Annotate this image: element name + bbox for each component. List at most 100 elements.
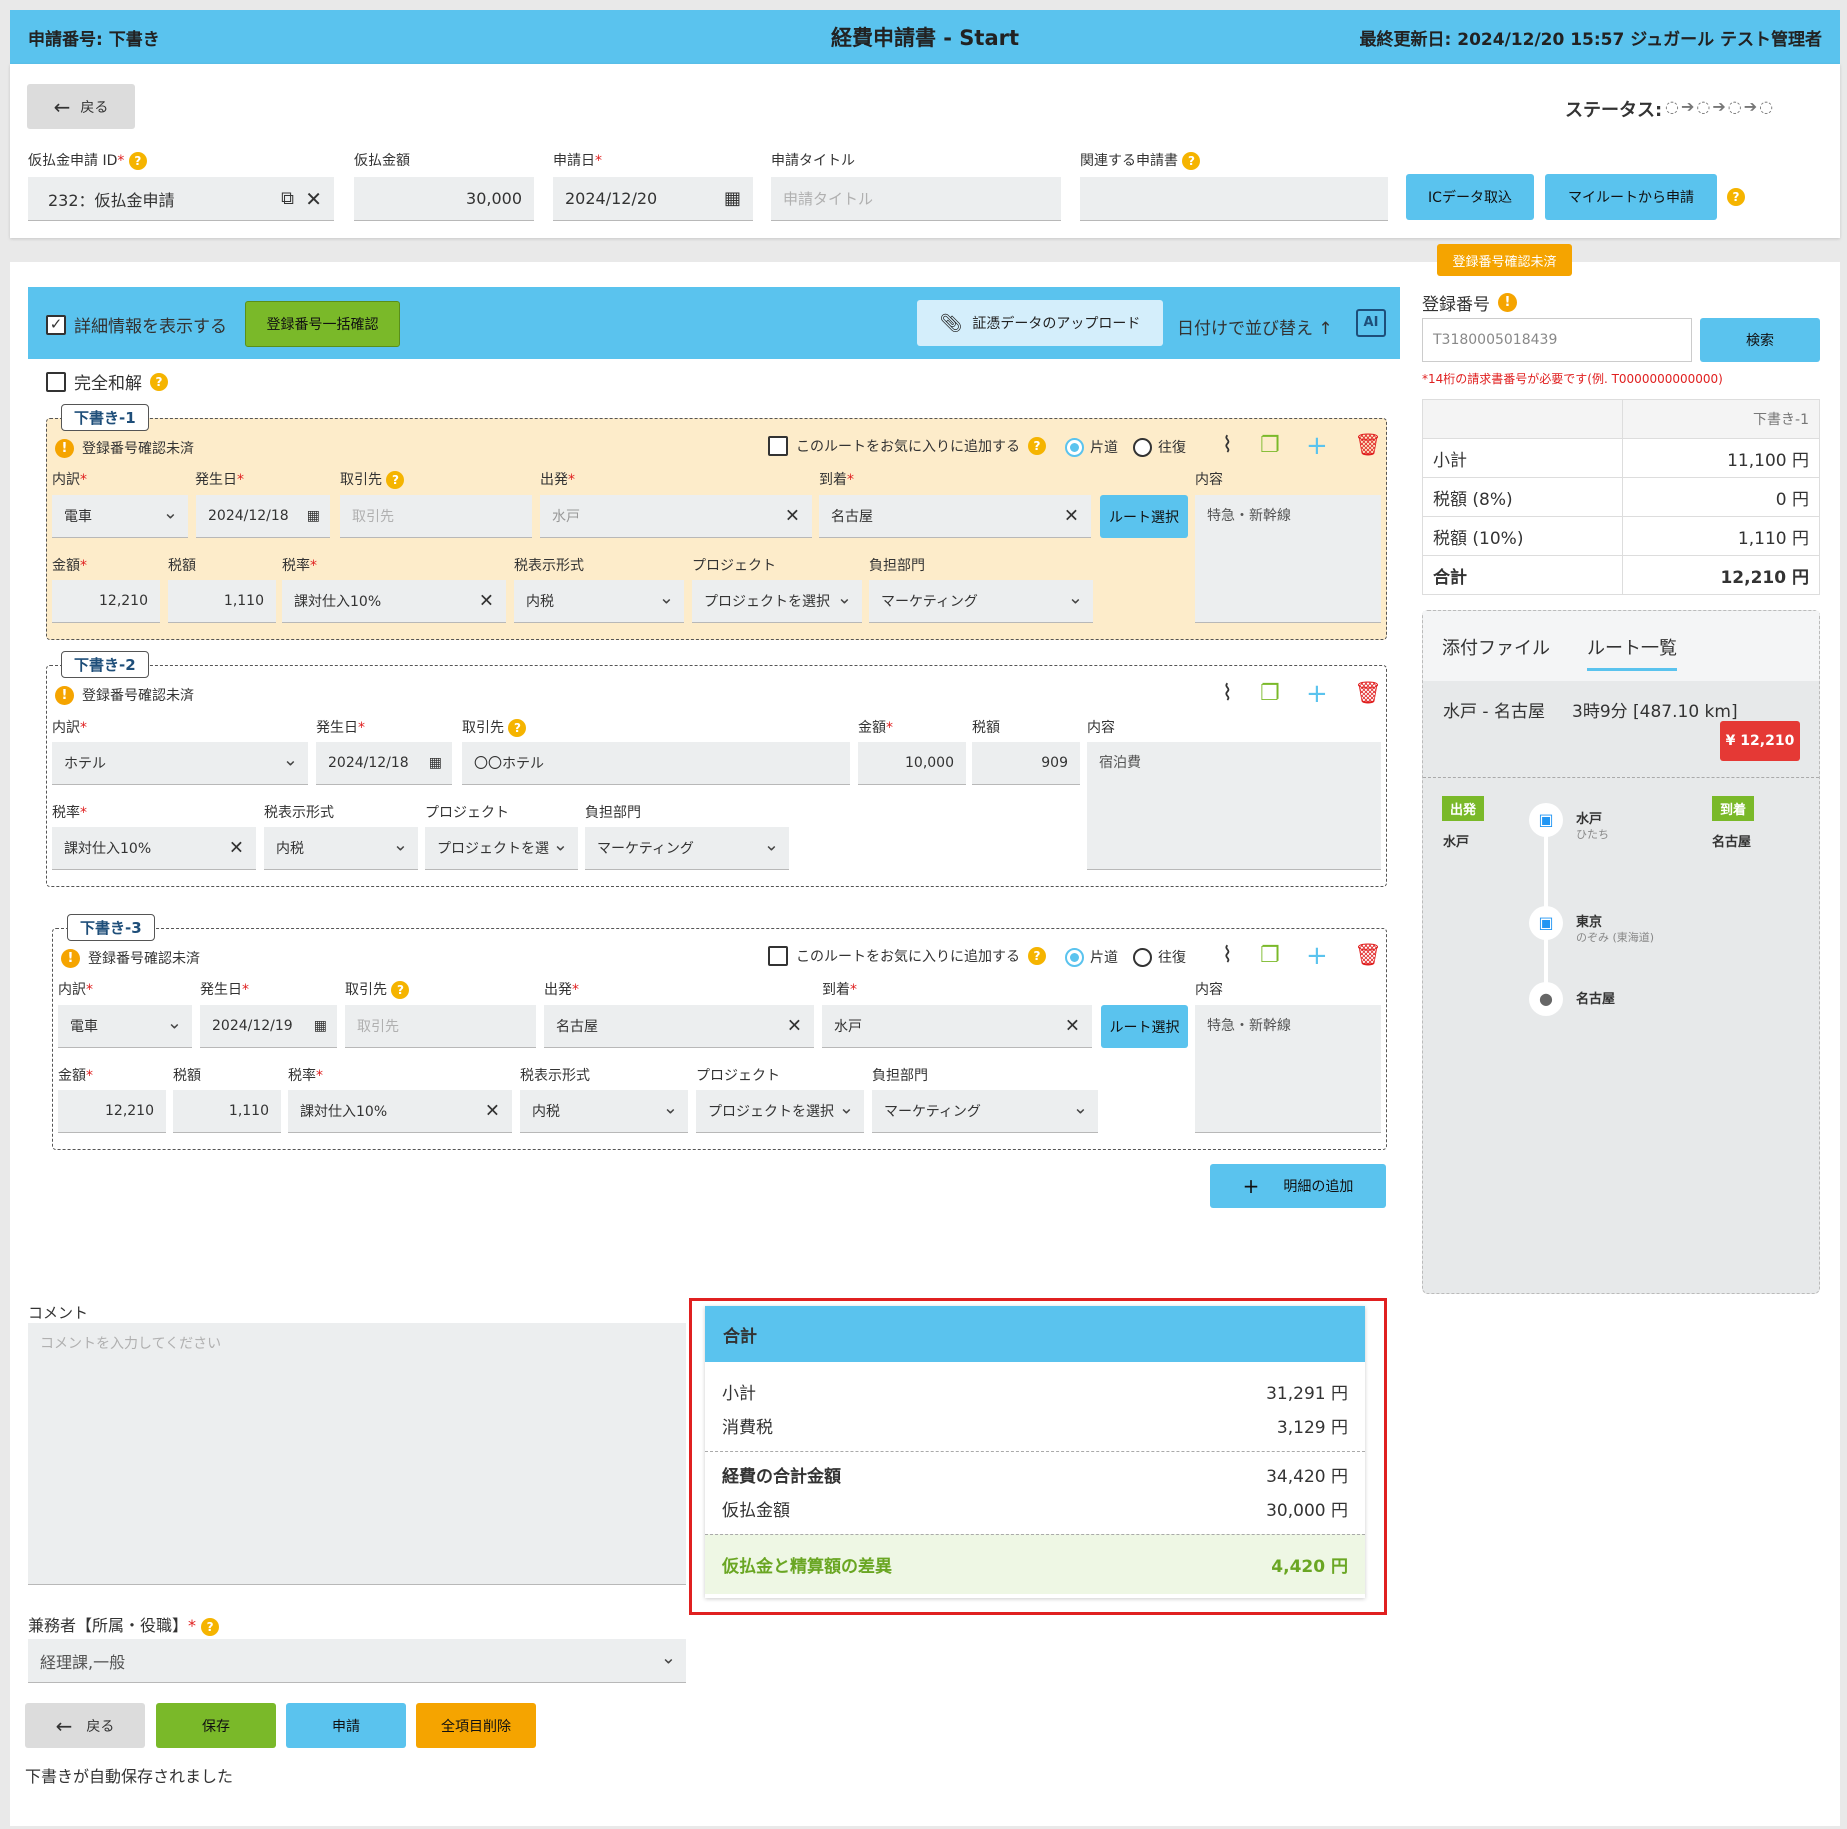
label: 発生日* bbox=[200, 982, 249, 998]
date-field[interactable]: 2024/12/18 ▦ bbox=[196, 495, 330, 538]
back-button[interactable]: ← 戻る bbox=[25, 1703, 145, 1748]
add-icon[interactable]: + bbox=[1306, 941, 1328, 971]
entry-tag: 下書き-3 bbox=[67, 914, 155, 941]
copy-icon[interactable]: ❐ bbox=[1260, 943, 1280, 968]
project-select[interactable]: プロジェクトを選 bbox=[425, 827, 578, 870]
status-label: ステータス: bbox=[1565, 100, 1663, 121]
tax-format-select[interactable]: 内税 bbox=[514, 580, 684, 623]
prepay-id-field[interactable]: 232：仮払金申請 ⧉ ✕ bbox=[28, 177, 334, 221]
radio-round[interactable]: 往復 bbox=[1133, 437, 1186, 457]
delete-icon[interactable]: 🗑︎ bbox=[1354, 433, 1382, 458]
clear-all-button[interactable]: 全項目削除 bbox=[416, 1703, 536, 1748]
favorite-route-checkbox[interactable]: このルートをお気に入りに追加する? bbox=[768, 946, 1046, 966]
amount-field[interactable]: 12,210 bbox=[52, 580, 160, 623]
label: 取引先 ? bbox=[340, 469, 405, 489]
warning: ! 登録番号確認未済 bbox=[55, 685, 194, 705]
bulk-check-button[interactable]: 登録番号一括確認 bbox=[245, 301, 400, 347]
amount-field[interactable]: 12,210 bbox=[58, 1090, 166, 1133]
department-select[interactable]: マーケティング bbox=[869, 580, 1093, 623]
registration-input[interactable]: T3180005018439 bbox=[1422, 318, 1692, 362]
add-icon[interactable]: + bbox=[1306, 431, 1328, 461]
autosave-message: 下書きが自動保存されました bbox=[25, 1767, 234, 1786]
tab-routes[interactable]: ルート一覧 bbox=[1587, 634, 1677, 671]
departure-name: 水戸 bbox=[1443, 835, 1470, 850]
tab-attachments[interactable]: 添付ファイル bbox=[1442, 634, 1550, 660]
tax-field[interactable]: 1,110 bbox=[168, 580, 276, 623]
entry-tag: 下書き-2 bbox=[61, 651, 149, 678]
copy-icon[interactable]: ❐ bbox=[1260, 681, 1280, 706]
departure-input[interactable]: 名古屋 ✕ bbox=[544, 1005, 814, 1048]
tax-format-select[interactable]: 内税 bbox=[264, 827, 418, 870]
favorite-route-checkbox[interactable]: このルートをお気に入りに追加する? bbox=[768, 436, 1046, 456]
full-settle-checkbox[interactable]: 完全和解? bbox=[46, 369, 168, 394]
paperclip-icon[interactable]: ⌇ bbox=[1222, 681, 1233, 706]
title-input[interactable]: 申請タイトル bbox=[771, 177, 1061, 221]
date-field[interactable]: 2024/12/19 ▦ bbox=[200, 1005, 337, 1048]
amount-field[interactable]: 10,000 bbox=[858, 742, 966, 785]
type-select[interactable]: 電車 bbox=[52, 495, 188, 538]
clear-icon: ✕ bbox=[784, 505, 800, 527]
content-textarea[interactable]: 宿泊費 bbox=[1087, 742, 1381, 870]
warning-icon: ! bbox=[1498, 293, 1517, 312]
vendor-input[interactable]: 取引先 bbox=[340, 495, 532, 538]
tax-format-select[interactable]: 内税 bbox=[520, 1090, 688, 1133]
arrival-input[interactable]: 名古屋 ✕ bbox=[819, 495, 1091, 538]
department-select[interactable]: マーケティング bbox=[585, 827, 789, 870]
duty-select[interactable]: 経理課,一般 bbox=[28, 1639, 686, 1683]
tax-field[interactable]: 909 bbox=[972, 742, 1080, 785]
content-textarea[interactable]: 特急・新幹線 bbox=[1195, 1005, 1381, 1133]
vendor-input[interactable]: 取引先 bbox=[345, 1005, 536, 1048]
warning-icon: ! bbox=[61, 948, 80, 968]
type-select[interactable]: 電車 bbox=[58, 1005, 192, 1048]
delete-icon[interactable]: 🗑︎ bbox=[1354, 681, 1382, 706]
save-button[interactable]: 保存 bbox=[156, 1703, 276, 1748]
apply-button[interactable]: 申請 bbox=[286, 1703, 406, 1748]
upload-button[interactable]: 📎︎ 証憑データのアップロード bbox=[917, 300, 1163, 346]
route-name: 水戸 - 名古屋 bbox=[1443, 702, 1545, 722]
ic-import-button[interactable]: ICデータ取込 bbox=[1406, 174, 1534, 220]
route-select-button[interactable]: ルート選択 bbox=[1101, 1005, 1188, 1048]
arrival-input[interactable]: 水戸 ✕ bbox=[822, 1005, 1092, 1048]
prepay-amount-field: 30,000 bbox=[354, 177, 534, 221]
warning: ! 登録番号確認未済 bbox=[55, 438, 194, 458]
sort-by-date[interactable]: 日付けで並び替え ↑ bbox=[1177, 314, 1333, 339]
tax-rate-select[interactable]: 課対仕入10% ✕ bbox=[282, 580, 506, 623]
project-select[interactable]: プロジェクトを選択 bbox=[692, 580, 862, 623]
label: プロジェクト bbox=[696, 1068, 780, 1084]
route-select-button[interactable]: ルート選択 bbox=[1100, 495, 1188, 538]
comment-textarea[interactable]: コメントを入力してください bbox=[28, 1323, 686, 1585]
date-field[interactable]: 2024/12/18 ▦ bbox=[316, 742, 452, 785]
radio-round[interactable]: 往復 bbox=[1133, 947, 1186, 967]
label: 出発* bbox=[544, 982, 579, 998]
tax-rate-select[interactable]: 課対仕入10% ✕ bbox=[288, 1090, 512, 1133]
paperclip-icon[interactable]: ⌇ bbox=[1222, 433, 1233, 458]
back-button-top[interactable]: ← 戻る bbox=[27, 84, 135, 129]
departure-input[interactable]: 水戸 ✕ bbox=[540, 495, 812, 538]
copy-icon[interactable]: ❐ bbox=[1260, 433, 1280, 458]
department-select[interactable]: マーケティング bbox=[872, 1090, 1098, 1133]
vendor-input[interactable]: 〇〇ホテル bbox=[462, 742, 850, 785]
myroute-button[interactable]: マイルートから申請 bbox=[1545, 174, 1717, 220]
paperclip-icon[interactable]: ⌇ bbox=[1222, 943, 1233, 968]
label: 金額* bbox=[52, 558, 87, 574]
tax-rate-select[interactable]: 課対仕入10% ✕ bbox=[52, 827, 256, 870]
label: 負担部門 bbox=[872, 1068, 928, 1084]
application-date-field[interactable]: 2024/12/20 ▦ bbox=[553, 177, 753, 221]
label: プロジェクト bbox=[425, 805, 509, 821]
type-select[interactable]: ホテル bbox=[52, 742, 308, 785]
content-textarea[interactable]: 特急・新幹線 bbox=[1195, 495, 1381, 623]
title-label: 申請タイトル bbox=[771, 153, 855, 169]
add-icon[interactable]: + bbox=[1306, 679, 1328, 709]
delete-icon[interactable]: 🗑︎ bbox=[1354, 943, 1382, 968]
tax-row: 消費税 3,129 円 bbox=[722, 1418, 1348, 1438]
radio-oneway[interactable]: 片道 bbox=[1065, 437, 1118, 457]
ai-icon[interactable]: AI bbox=[1356, 309, 1386, 337]
search-button[interactable]: 検索 bbox=[1700, 318, 1820, 362]
label: 税率* bbox=[282, 558, 317, 574]
project-select[interactable]: プロジェクトを選択 bbox=[696, 1090, 864, 1133]
add-detail-button[interactable]: + 明細の追加 bbox=[1210, 1164, 1386, 1208]
tax-field[interactable]: 1,110 bbox=[173, 1090, 281, 1133]
show-detail-checkbox[interactable]: ✓ 詳細情報を表示する bbox=[46, 312, 227, 337]
radio-oneway[interactable]: 片道 bbox=[1065, 947, 1118, 967]
related-input[interactable] bbox=[1080, 177, 1388, 221]
